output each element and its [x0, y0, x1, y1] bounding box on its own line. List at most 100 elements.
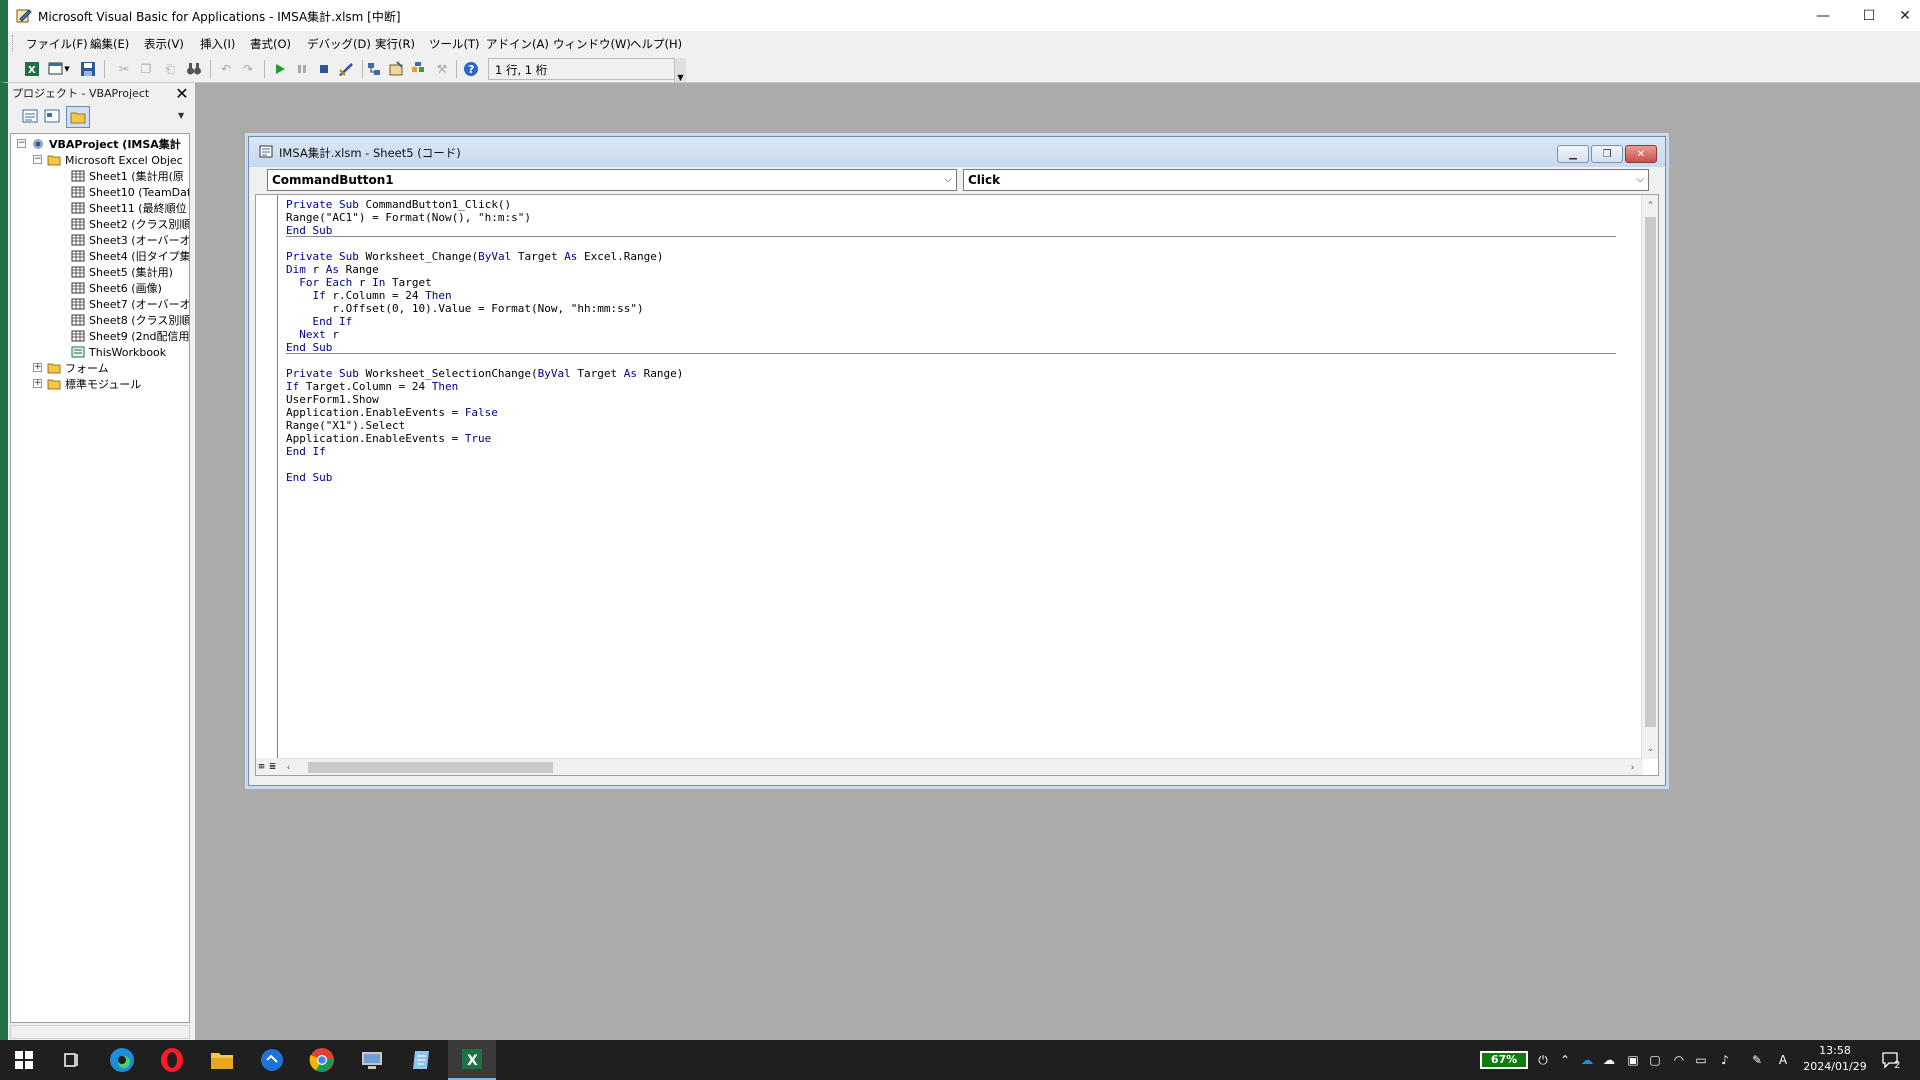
volume-icon[interactable]: ♪ — [1716, 1051, 1734, 1069]
code-line[interactable]: If Target.Column = 24 Then — [286, 380, 1616, 393]
horizontal-scroll-thumb[interactable] — [308, 762, 553, 773]
menu-file[interactable]: ファイル(F) — [26, 36, 88, 52]
menu-help[interactable]: ヘルプ(H) — [630, 36, 682, 52]
battery-icon[interactable]: ▭ — [1692, 1051, 1710, 1069]
task-view-button[interactable] — [48, 1040, 96, 1080]
tree-sheet[interactable]: Sheet7 (オーバーオ- — [71, 296, 189, 312]
menu-format[interactable]: 書式(O) — [250, 36, 291, 52]
scroll-up-button[interactable]: ⌃ — [1642, 197, 1659, 214]
menu-addins[interactable]: アドイン(A) — [486, 36, 549, 52]
tree-sheet[interactable]: Sheet3 (オーバーオ- — [71, 232, 189, 248]
scroll-right-button[interactable]: › — [1624, 759, 1641, 776]
app-taskbar-button[interactable] — [398, 1040, 446, 1080]
procedure-view-button[interactable]: ≡ — [256, 758, 267, 775]
menu-edit[interactable]: 編集(E) — [90, 36, 129, 52]
breakpoint-margin[interactable] — [256, 195, 278, 775]
code-line[interactable]: For Each r In Target — [286, 276, 1616, 289]
view-object-button[interactable] — [44, 109, 62, 125]
code-line[interactable]: Range("AC1") = Format(Now(), "h:m:s") — [286, 211, 1616, 224]
tree-forms[interactable]: フォーム — [47, 360, 109, 376]
cloud-icon[interactable]: ☁ — [1600, 1051, 1618, 1069]
project-horizontal-scrollbar[interactable] — [10, 1025, 190, 1039]
object-browser-button[interactable] — [408, 59, 428, 79]
toolbar-overflow-button[interactable]: ▼ — [674, 58, 686, 82]
code-window-titlebar[interactable]: IMSA集計.xlsm - Sheet5 (コード) ▁ ❐ ✕ — [249, 137, 1665, 167]
clock[interactable]: 13:58 2024/01/29 — [1800, 1043, 1870, 1075]
close-button[interactable]: ✕ — [1882, 0, 1920, 31]
tree-sheet[interactable]: Sheet9 (2nd配信用 — [71, 328, 189, 344]
run-button[interactable] — [270, 59, 290, 79]
app-taskbar-button[interactable] — [248, 1040, 296, 1080]
code-line[interactable]: Range("X1").Select — [286, 419, 1616, 432]
reset-button[interactable] — [314, 59, 334, 79]
project-toolbar-overflow[interactable]: ▼ — [178, 111, 188, 127]
code-line[interactable] — [286, 458, 1616, 471]
code-line[interactable]: End Sub — [286, 224, 1616, 237]
view-excel-button[interactable]: X — [22, 59, 42, 79]
tree-expander[interactable]: + — [33, 379, 42, 388]
menu-tools[interactable]: ツール(T) — [429, 36, 480, 52]
tree-sheet[interactable]: Sheet11 (最終順位 — [71, 200, 187, 216]
pen-icon[interactable]: ✎ — [1748, 1051, 1766, 1069]
code-close-button[interactable]: ✕ — [1625, 145, 1657, 163]
project-close-button[interactable]: ✕ — [173, 84, 191, 103]
view-code-button[interactable] — [22, 109, 40, 125]
code-line[interactable]: End If — [286, 445, 1616, 458]
tree-sheet[interactable]: Sheet2 (クラス別順( — [71, 216, 189, 232]
copy-button[interactable]: ❐ — [136, 59, 156, 79]
tree-expander[interactable]: + — [33, 363, 42, 372]
tray-app-icon[interactable]: ▣ — [1624, 1051, 1642, 1069]
code-vertical-scrollbar[interactable]: ⌃ ⌄ — [1641, 195, 1658, 759]
find-button[interactable] — [184, 59, 204, 79]
tree-vbaproject[interactable]: VBAProject (IMSA集計 — [31, 136, 181, 152]
code-line[interactable]: Application.EnableEvents = False — [286, 406, 1616, 419]
tree-thisworkbook[interactable]: ThisWorkbook — [71, 344, 166, 360]
app-taskbar-button[interactable] — [348, 1040, 396, 1080]
object-combobox[interactable]: CommandButton1 ⌵ — [267, 169, 957, 191]
code-line[interactable]: If r.Column = 24 Then — [286, 289, 1616, 302]
code-line[interactable] — [286, 237, 1616, 250]
code-minimize-button[interactable]: ▁ — [1557, 145, 1589, 163]
code-line[interactable]: Dim r As Range — [286, 263, 1616, 276]
menu-run[interactable]: 実行(R) — [375, 36, 415, 52]
menu-insert[interactable]: 挿入(I) — [200, 36, 235, 52]
tree-sheet[interactable]: Sheet6 (画像) — [71, 280, 162, 296]
properties-window-button[interactable] — [386, 59, 406, 79]
tree-sheet[interactable]: Sheet4 (旧タイプ集( — [71, 248, 189, 264]
menu-window[interactable]: ウィンドウ(W) — [553, 36, 631, 52]
ime-indicator[interactable]: A — [1774, 1051, 1792, 1069]
paste-button[interactable]: ⎗ — [160, 59, 180, 79]
chrome-taskbar-button[interactable] — [298, 1040, 346, 1080]
toggle-folders-button[interactable] — [66, 106, 90, 128]
scroll-down-button[interactable]: ⌄ — [1642, 740, 1659, 757]
project-explorer-button[interactable] — [364, 59, 384, 79]
tree-sheet[interactable]: Sheet8 (クラス別順( — [71, 312, 189, 328]
code-line[interactable]: End Sub — [286, 471, 1616, 484]
vertical-scroll-thumb[interactable] — [1645, 217, 1656, 727]
tree-sheet[interactable]: Sheet5 (集計用) — [71, 264, 173, 280]
code-horizontal-scrollbar[interactable]: ‹ › — [278, 758, 1643, 775]
code-line[interactable]: Next r — [286, 328, 1616, 341]
cut-button[interactable]: ✂ — [114, 59, 134, 79]
tree-expander[interactable]: − — [33, 155, 42, 164]
code-line[interactable] — [286, 354, 1616, 367]
undo-button[interactable]: ↶ — [216, 59, 236, 79]
full-module-view-button[interactable]: ≣ — [267, 758, 278, 775]
start-button[interactable] — [0, 1040, 48, 1080]
insert-dropdown-arrow[interactable]: ▼ — [62, 59, 72, 79]
wifi-icon[interactable]: ◠ — [1670, 1051, 1688, 1069]
save-button[interactable] — [78, 59, 98, 79]
code-text[interactable]: Private Sub CommandButton1_Click() Range(… — [286, 198, 1616, 484]
redo-button[interactable]: ↷ — [238, 59, 258, 79]
tree-sheet[interactable]: Sheet10 (TeamDat — [71, 184, 189, 200]
toolbox-button[interactable]: ⚒ — [432, 59, 452, 79]
code-line[interactable]: Application.EnableEvents = True — [286, 432, 1616, 445]
excel-taskbar-button[interactable]: X — [448, 1040, 496, 1080]
onedrive-icon[interactable]: ☁ — [1578, 1051, 1596, 1069]
tree-expander[interactable]: − — [17, 139, 26, 148]
tree-sheet[interactable]: Sheet1 (集計用(原 — [71, 168, 184, 184]
battery-indicator[interactable]: 67% — [1480, 1051, 1528, 1069]
scroll-left-button[interactable]: ‹ — [280, 759, 297, 776]
display-icon[interactable]: ▢ — [1646, 1051, 1664, 1069]
tree-modules[interactable]: 標準モジュール — [47, 376, 141, 392]
